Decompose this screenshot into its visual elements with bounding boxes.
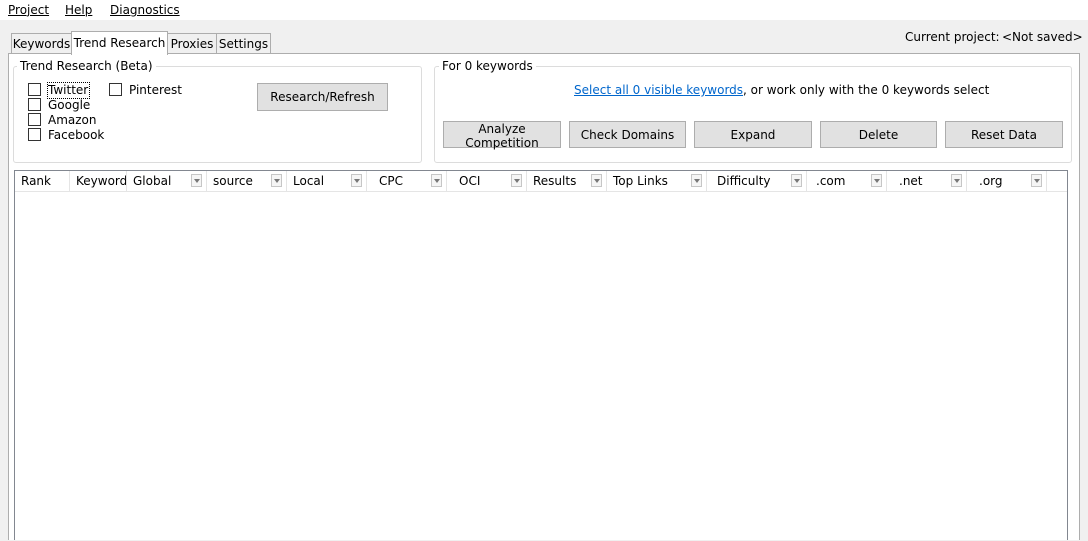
filter-dropdown-icon[interactable] xyxy=(511,174,522,187)
column-header-difficulty[interactable]: Difficulty xyxy=(707,171,807,191)
tab-keywords[interactable]: Keywords xyxy=(11,33,72,54)
grid-body[interactable] xyxy=(15,192,1067,541)
column-header-top-links[interactable]: Top Links xyxy=(607,171,707,191)
menu-project[interactable]: Project xyxy=(8,2,49,18)
twitter-label: Twitter xyxy=(46,82,91,99)
filter-dropdown-icon[interactable] xyxy=(791,174,802,187)
expand-button[interactable]: Expand xyxy=(694,121,812,148)
column-header-rank[interactable]: Rank xyxy=(15,171,70,191)
checkbox-box[interactable] xyxy=(28,128,41,141)
facebook-label: Facebook xyxy=(48,128,105,142)
filter-dropdown-icon[interactable] xyxy=(1031,174,1042,187)
column-header-oci[interactable]: OCI xyxy=(447,171,527,191)
research-refresh-button[interactable]: Research/Refresh xyxy=(257,83,388,111)
checkbox-box[interactable] xyxy=(28,98,41,111)
checkbox-box[interactable] xyxy=(28,83,41,96)
amazon-label: Amazon xyxy=(48,113,97,127)
column-header-source[interactable]: source xyxy=(207,171,287,191)
checkbox-box[interactable] xyxy=(28,113,41,126)
twitter-checkbox[interactable]: Twitter xyxy=(28,82,91,99)
current-project-value: <Not saved> xyxy=(1002,30,1083,44)
trend-research-group-title: Trend Research (Beta) xyxy=(17,59,156,73)
filter-dropdown-icon[interactable] xyxy=(951,174,962,187)
column-header-dot-com[interactable]: .com xyxy=(807,171,887,191)
menu-diagnostics[interactable]: Diagnostics xyxy=(110,2,180,18)
delete-button[interactable]: Delete xyxy=(820,121,937,148)
current-project-label: Current project: xyxy=(905,30,1000,44)
menu-bar: Project Help Diagnostics xyxy=(0,0,1088,20)
keywords-group-title: For 0 keywords xyxy=(439,59,536,73)
facebook-checkbox[interactable]: Facebook xyxy=(28,128,104,143)
google-checkbox[interactable]: Google xyxy=(28,98,90,113)
select-keywords-rest: , or work only with the 0 keywords selec… xyxy=(743,83,990,97)
filter-dropdown-icon[interactable] xyxy=(191,174,202,187)
grid-header: Rank Keyword Global source Local CPC OCI… xyxy=(15,171,1067,192)
tab-proxies[interactable]: Proxies xyxy=(167,33,217,54)
checkbox-box[interactable] xyxy=(109,83,122,96)
pinterest-label: Pinterest xyxy=(129,83,183,97)
filter-dropdown-icon[interactable] xyxy=(351,174,362,187)
menu-help[interactable]: Help xyxy=(65,2,92,18)
keywords-grid[interactable]: Rank Keyword Global source Local CPC OCI… xyxy=(14,170,1068,540)
tab-settings[interactable]: Settings xyxy=(216,33,271,54)
column-header-dot-org[interactable]: .org xyxy=(967,171,1047,191)
amazon-checkbox[interactable]: Amazon xyxy=(28,113,97,128)
filter-dropdown-icon[interactable] xyxy=(871,174,882,187)
column-header-results[interactable]: Results xyxy=(527,171,607,191)
check-domains-button[interactable]: Check Domains xyxy=(569,121,686,148)
filter-dropdown-icon[interactable] xyxy=(691,174,702,187)
pinterest-checkbox[interactable]: Pinterest xyxy=(109,83,182,98)
column-header-local[interactable]: Local xyxy=(287,171,367,191)
select-keywords-text: Select all 0 visible keywords, or work o… xyxy=(574,82,989,98)
column-header-keyword[interactable]: Keyword xyxy=(70,171,127,191)
tab-trend-research[interactable]: Trend Research xyxy=(71,31,168,55)
filter-dropdown-icon[interactable] xyxy=(431,174,442,187)
filter-dropdown-icon[interactable] xyxy=(591,174,602,187)
reset-data-button[interactable]: Reset Data xyxy=(945,121,1063,148)
filter-dropdown-icon[interactable] xyxy=(271,174,282,187)
column-header-global[interactable]: Global xyxy=(127,171,207,191)
analyze-competition-button[interactable]: Analyze Competition xyxy=(443,121,561,150)
select-all-visible-link[interactable]: Select all 0 visible keywords xyxy=(574,83,743,97)
column-header-cpc[interactable]: CPC xyxy=(367,171,447,191)
google-label: Google xyxy=(48,98,91,112)
column-header-dot-net[interactable]: .net xyxy=(887,171,967,191)
